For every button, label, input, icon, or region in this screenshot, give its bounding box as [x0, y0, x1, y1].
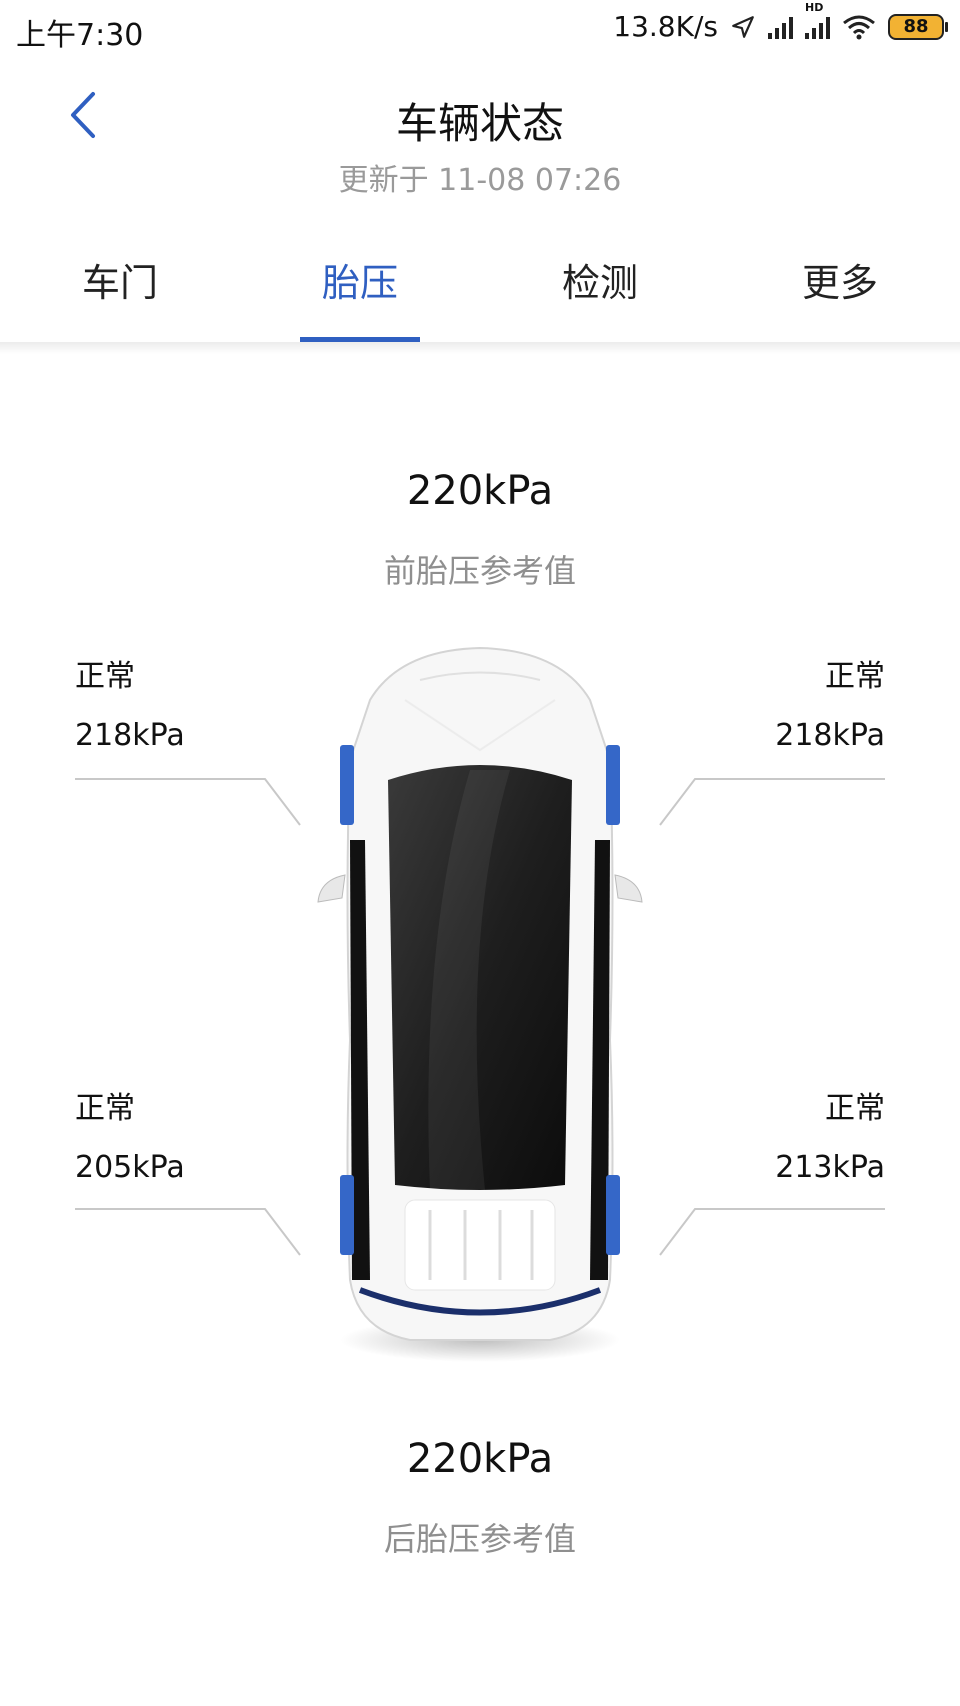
- leader-line-rear-right: [659, 1208, 885, 1256]
- rear-reference-value: 220kPa: [406, 1436, 554, 1482]
- leader-line-rear-left: [75, 1208, 301, 1256]
- leader-line-front-right: [659, 778, 885, 826]
- rear-reference-label: 后胎压参考值: [383, 1520, 576, 1558]
- rear-right-tire: [606, 1175, 620, 1255]
- front-right-tire: [606, 745, 620, 825]
- leader-line-front-left: [75, 778, 301, 826]
- car-top-view-image: [317, 646, 643, 1362]
- front-left-tire: [340, 745, 354, 825]
- rear-left-tire: [340, 1175, 354, 1255]
